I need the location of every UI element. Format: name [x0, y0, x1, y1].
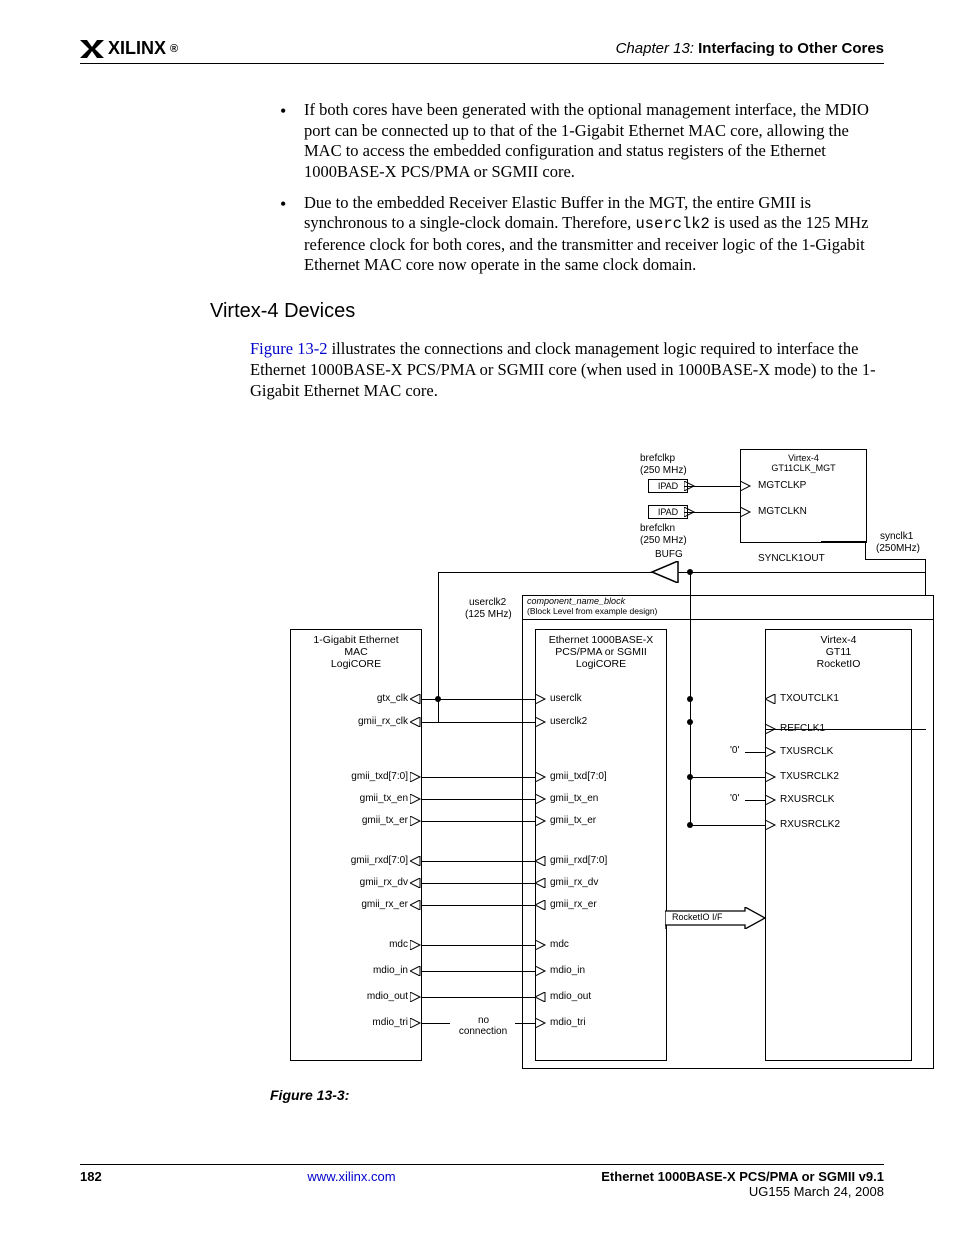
bufg-label: BUFG	[655, 549, 683, 560]
mac-port-gmii_rx_er: gmii_rx_er	[330, 899, 408, 910]
userclk2-freq: (125 MHz)	[465, 609, 512, 620]
pcs-title-2: PCS/PMA or SGMII	[536, 646, 666, 658]
mac-port-mdio_in: mdio_in	[330, 965, 408, 976]
brefclkp-label: brefclkp	[640, 453, 675, 464]
footer-link[interactable]: www.xilinx.com	[307, 1169, 395, 1184]
chapter-title: Interfacing to Other Cores	[698, 40, 884, 57]
mac-title-3: LogiCORE	[291, 658, 421, 670]
mac-port-gmii_rx_clk: gmii_rx_clk	[330, 716, 408, 727]
mac-port-gmii_tx_er: gmii_tx_er	[330, 815, 408, 826]
xilinx-x-icon	[80, 40, 104, 58]
mac-title-1: 1-Gigabit Ethernet	[291, 634, 421, 646]
chapter-prefix: Chapter 13:	[616, 40, 694, 57]
chapter-heading: Chapter 13: Interfacing to Other Cores	[616, 40, 884, 57]
footer-doc: Ethernet 1000BASE-X PCS/PMA or SGMII v9.…	[601, 1169, 884, 1199]
pcs-port-gmii_tx_er: gmii_tx_er	[550, 815, 596, 826]
brefclkn-freq: (250 MHz)	[640, 535, 687, 546]
xilinx-logo: XILINX ®	[80, 38, 178, 59]
ipad-box-2: IPAD	[648, 505, 688, 519]
mac-port-mdio_out: mdio_out	[330, 991, 408, 1002]
gt-port-TXOUTCLK1: TXOUTCLK1	[780, 693, 839, 704]
registered-icon: ®	[170, 43, 178, 55]
pcs-port-userclk: userclk	[550, 693, 582, 704]
gt-top-l2: GT11CLK_MGT	[741, 463, 866, 473]
pcs-title-3: LogiCORE	[536, 658, 666, 670]
pcs-port-gmii_rx_er: gmii_rx_er	[550, 899, 597, 910]
gt-title-2: GT11	[766, 646, 911, 658]
component-name-box: component_name_block (Block Level from e…	[522, 595, 934, 621]
gt-port-RXUSRCLK2: RXUSRCLK2	[780, 819, 840, 830]
figure-reference-link[interactable]: Figure 13-2	[250, 339, 327, 358]
mgtclkp-label: MGTCLKP	[758, 480, 806, 491]
pcs-port-mdc: mdc	[550, 939, 569, 950]
mac-port-gtx_clk: gtx_clk	[330, 693, 408, 704]
body-rest: illustrates the connections and clock ma…	[250, 339, 876, 399]
pcs-port-gmii_rx_dv: gmii_rx_dv	[550, 877, 598, 888]
pcs-port-mdio_out: mdio_out	[550, 991, 591, 1002]
component-sub-text: (Block Level from example design)	[527, 606, 657, 616]
gt11clk-box: Virtex-4 GT11CLK_MGT	[740, 449, 867, 543]
mac-port-mdc: mdc	[330, 939, 408, 950]
pcs-title-1: Ethernet 1000BASE-X	[536, 634, 666, 646]
page-number: 182	[80, 1169, 102, 1199]
mac-port-gmii_rxd[7:0]: gmii_rxd[7:0]	[330, 855, 408, 866]
zero-2: '0'	[730, 793, 739, 804]
logo-text: XILINX	[108, 38, 166, 59]
pcs-port-mdio_tri: mdio_tri	[550, 1017, 586, 1028]
synclk1-freq: (250MHz)	[876, 543, 920, 554]
mac-port-mdio_tri: mdio_tri	[330, 1017, 408, 1028]
zero-1: '0'	[730, 745, 739, 756]
mac-port-gmii_rx_dv: gmii_rx_dv	[330, 877, 408, 888]
pcs-port-gmii_tx_en: gmii_tx_en	[550, 793, 598, 804]
gt-title-1: Virtex-4	[766, 634, 911, 646]
rocketio-if-label: RocketIO I/F	[672, 912, 723, 922]
bullet-text-0: If both cores have been generated with t…	[304, 100, 869, 181]
body-paragraph: Figure 13-2 illustrates the connections …	[250, 339, 884, 401]
bullet-item: Due to the embedded Receiver Elastic Buf…	[280, 193, 884, 276]
page-header: XILINX ® Chapter 13: Interfacing to Other…	[80, 38, 884, 64]
bufg-icon	[650, 561, 680, 583]
pcs-port-gmii_rxd[7:0]: gmii_rxd[7:0]	[550, 855, 607, 866]
mgtclkn-label: MGTCLKN	[758, 506, 807, 517]
gt-port-TXUSRCLK2: TXUSRCLK2	[780, 771, 839, 782]
mac-title-2: MAC	[291, 646, 421, 658]
mac-port-gmii_tx_en: gmii_tx_en	[330, 793, 408, 804]
bullet-list: If both cores have been generated with t…	[80, 100, 884, 276]
brefclkp-freq: (250 MHz)	[640, 465, 687, 476]
section-heading: Virtex-4 Devices	[210, 300, 884, 323]
userclk2-label: userclk2	[469, 597, 506, 608]
gt-port-RXUSRCLK: RXUSRCLK	[780, 794, 834, 805]
pcs-port-userclk2: userclk2	[550, 716, 587, 727]
no-conn-1: no	[456, 1015, 511, 1026]
synclk1-label: synclk1	[880, 531, 913, 542]
pcs-port-mdio_in: mdio_in	[550, 965, 585, 976]
figure-caption: Figure 13-3:	[270, 1087, 884, 1103]
component-name-text: component_name_block	[527, 596, 625, 606]
synclk1out-label: SYNCLK1OUT	[758, 553, 825, 564]
ipad-box-1: IPAD	[648, 479, 688, 493]
no-conn-2: connection	[448, 1026, 518, 1037]
page-footer: 182 www.xilinx.com Ethernet 1000BASE-X P…	[80, 1164, 884, 1199]
gt-title-3: RocketIO	[766, 658, 911, 670]
gt-port-TXUSRCLK: TXUSRCLK	[780, 746, 833, 757]
gt-top-l1: Virtex-4	[741, 453, 866, 463]
brefclkn-label: brefclkn	[640, 523, 675, 534]
footer-doc-sub: UG155 March 24, 2008	[601, 1184, 884, 1199]
mac-port-gmii_txd[7:0]: gmii_txd[7:0]	[330, 771, 408, 782]
figure-13-3: Virtex-4 GT11CLK_MGT brefclkp (250 MHz) …	[270, 449, 950, 1079]
bullet-text-1: Due to the embedded Receiver Elastic Buf…	[304, 193, 868, 275]
bullet-item: If both cores have been generated with t…	[280, 100, 884, 183]
pcs-port-gmii_txd[7:0]: gmii_txd[7:0]	[550, 771, 607, 782]
footer-doc-title: Ethernet 1000BASE-X PCS/PMA or SGMII v9.…	[601, 1169, 884, 1184]
